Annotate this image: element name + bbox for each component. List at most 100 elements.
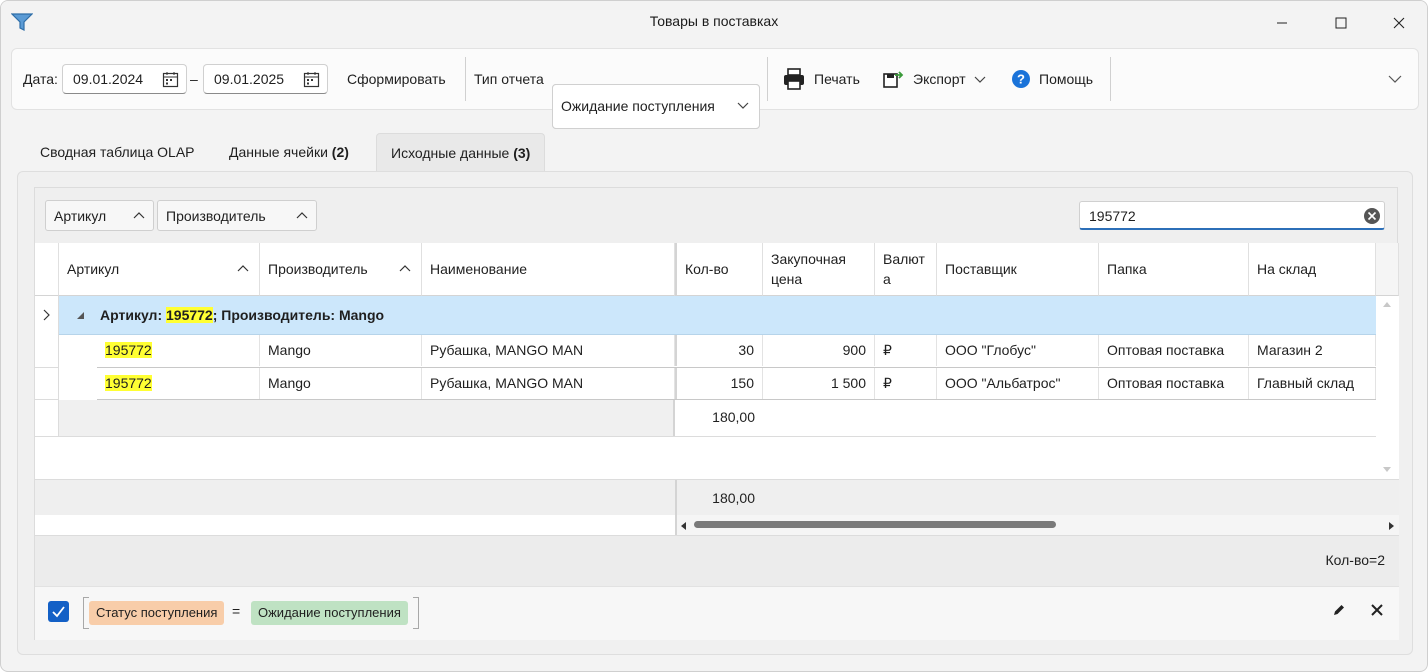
group-chip-label: Артикул xyxy=(54,208,107,224)
scroll-right-arrow-icon[interactable] xyxy=(1388,521,1395,531)
column-header-label: Поставщик xyxy=(945,261,1017,277)
group-row[interactable]: Артикул: 195772; Производитель: Mango xyxy=(59,296,1376,335)
maximize-icon xyxy=(1335,17,1347,29)
date-from-picker[interactable]: 09.01.2024 xyxy=(62,64,187,94)
help-button[interactable]: ? Помощь xyxy=(1011,63,1093,95)
minimize-button[interactable] xyxy=(1259,9,1305,37)
table-row[interactable]: 195772 Mango Рубашка, MANGO MAN 150 1 50… xyxy=(59,368,1376,400)
group-chip-label: Производитель xyxy=(166,208,266,224)
group-row-prefix: Артикул: xyxy=(100,307,166,323)
calendar-icon[interactable] xyxy=(303,71,320,88)
data-grid-container: Артикул Производитель 195772 Артикул Про… xyxy=(34,187,1399,640)
filter-operator[interactable]: = xyxy=(232,603,240,619)
date-range-dash: – xyxy=(190,71,198,87)
chevron-down-icon xyxy=(737,102,749,109)
cell-folder: Оптовая поставка xyxy=(1099,335,1249,366)
cell-currency: ₽ xyxy=(875,368,937,399)
chevron-up-icon xyxy=(133,212,145,219)
column-header-label: Папка xyxy=(1107,261,1147,277)
help-icon: ? xyxy=(1012,70,1030,88)
column-header-label: Наименование xyxy=(430,261,528,277)
column-header-label: Валют а xyxy=(883,251,925,287)
group-chip-article[interactable]: Артикул xyxy=(45,200,154,231)
column-header-warehouse[interactable]: На склад xyxy=(1249,243,1376,296)
export-icon xyxy=(883,71,904,88)
cell-text: 195772 xyxy=(105,375,152,391)
cell-currency: ₽ xyxy=(875,335,937,366)
toolbar: Дата: 09.01.2024 – 09.01.2025 Сформирова… xyxy=(11,48,1419,129)
export-label: Экспорт xyxy=(913,71,966,87)
filter-value-tag[interactable]: Ожидание поступления xyxy=(251,601,408,625)
column-header-article[interactable]: Артикул xyxy=(59,243,260,296)
column-header-qty[interactable]: Кол-во xyxy=(675,243,763,296)
column-header-currency[interactable]: Валют а xyxy=(875,243,937,296)
column-header-price[interactable]: Закупочная цена xyxy=(763,243,875,296)
sort-ascending-icon xyxy=(237,265,249,272)
column-header-label: Закупочная цена xyxy=(771,251,846,287)
filter-bar: Статус поступления = Ожидание поступлени… xyxy=(35,586,1399,640)
grid-empty-area xyxy=(35,437,1376,479)
report-type-combo[interactable]: Ожидание поступления xyxy=(552,84,760,129)
summary-bar: Кол-во=2 xyxy=(35,535,1399,586)
checkmark-icon xyxy=(52,606,65,618)
cell-warehouse: Магазин 2 xyxy=(1249,335,1376,366)
report-type-label: Тип отчета xyxy=(474,71,544,87)
edit-filter-pencil-icon[interactable] xyxy=(1332,603,1346,617)
cell-qty: 30 xyxy=(675,335,763,366)
svg-text:?: ? xyxy=(1017,72,1025,87)
column-header-manufacturer[interactable]: Производитель xyxy=(260,243,422,296)
clear-filter-close-icon[interactable] xyxy=(1370,603,1384,617)
generate-button[interactable]: Сформировать xyxy=(347,71,446,87)
column-header-name[interactable]: Наименование xyxy=(422,243,675,296)
print-label: Печать xyxy=(814,71,860,87)
column-header-label: Производитель xyxy=(268,261,368,277)
row-indicator-header xyxy=(35,243,59,296)
horizontal-scroll-thumb[interactable] xyxy=(694,521,1056,528)
printer-icon xyxy=(784,68,804,90)
print-button[interactable]: Печать xyxy=(782,63,860,95)
export-button[interactable]: Экспорт xyxy=(883,63,986,95)
chevron-right-icon[interactable] xyxy=(43,309,51,321)
column-header-label: На склад xyxy=(1257,261,1317,277)
tab-source-data[interactable]: Исходные данные (3) xyxy=(376,133,546,171)
scroll-up-arrow-icon[interactable] xyxy=(1382,300,1392,308)
chevron-down-icon[interactable] xyxy=(1388,73,1402,85)
tab-label: Данные ячейки xyxy=(229,144,332,160)
cell-text: 195772 xyxy=(105,342,152,358)
date-from-value: 09.01.2024 xyxy=(73,71,144,87)
horizontal-scrollbar[interactable] xyxy=(677,515,1399,536)
tab-count: (2) xyxy=(331,144,349,160)
group-total-qty: 180,00 xyxy=(712,409,755,425)
filter-enabled-checkbox[interactable] xyxy=(48,601,69,622)
column-header-supplier[interactable]: Поставщик xyxy=(937,243,1099,296)
table-row[interactable]: 195772 Mango Рубашка, MANGO MAN 30 900 ₽… xyxy=(59,335,1376,367)
collapse-triangle-icon[interactable] xyxy=(75,311,85,320)
tab-label: Исходные данные xyxy=(391,145,514,161)
scroll-left-arrow-icon[interactable] xyxy=(680,521,687,531)
vertical-scrollbar[interactable] xyxy=(1376,296,1399,479)
group-footer-row: 180,00 xyxy=(59,400,1376,437)
column-header-folder[interactable]: Папка xyxy=(1099,243,1249,296)
cell-manufacturer: Mango xyxy=(260,368,422,399)
help-label: Помощь xyxy=(1039,71,1094,87)
sort-ascending-icon xyxy=(399,265,411,272)
date-to-picker[interactable]: 09.01.2025 xyxy=(203,64,328,94)
cell-supplier: ООО "Глобус" xyxy=(937,335,1099,366)
search-value: 195772 xyxy=(1089,208,1136,224)
chevron-down-icon xyxy=(974,76,986,83)
search-input[interactable]: 195772 xyxy=(1079,201,1385,230)
grid-total-footer: 180,00 xyxy=(35,479,1399,537)
maximize-button[interactable] xyxy=(1318,9,1364,37)
clear-search-icon[interactable] xyxy=(1363,207,1381,225)
tab-cell-data[interactable]: Данные ячейки (2) xyxy=(215,133,363,171)
tab-olap[interactable]: Сводная таблица OLAP xyxy=(26,133,209,171)
minimize-icon xyxy=(1277,22,1287,24)
group-panel: Артикул Производитель 195772 xyxy=(35,188,1397,244)
scroll-down-arrow-icon[interactable] xyxy=(1382,466,1392,474)
cell-folder: Оптовая поставка xyxy=(1099,368,1249,399)
filter-field-tag[interactable]: Статус поступления xyxy=(89,601,225,625)
close-window-button[interactable] xyxy=(1376,9,1422,37)
calendar-icon[interactable] xyxy=(162,71,179,88)
group-chip-manufacturer[interactable]: Производитель xyxy=(157,200,317,231)
chevron-up-icon xyxy=(296,212,308,219)
